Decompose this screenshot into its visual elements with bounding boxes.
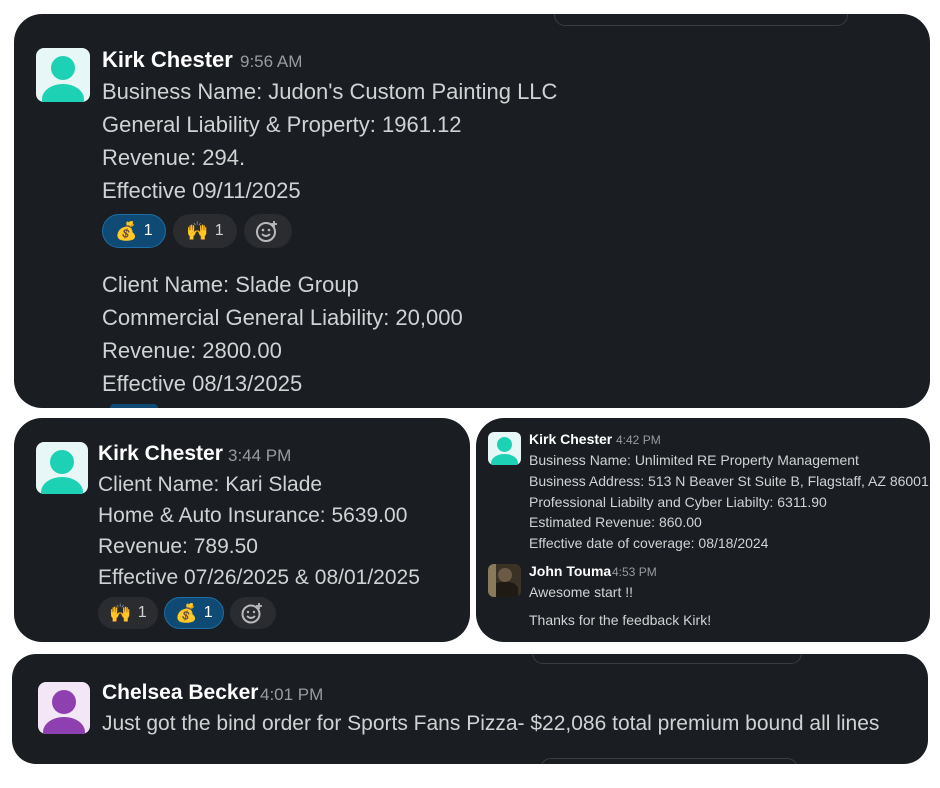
message-line: Effective 08/13/2025 [102,371,303,396]
thread-pill[interactable] [532,654,802,664]
add-reaction-button[interactable] [244,214,292,248]
add-reaction-button[interactable] [230,597,276,629]
reply-author-name[interactable]: John Touma [529,563,611,579]
message-line: Professional Liabilty and Cyber Liabilty… [529,494,827,510]
avatar[interactable] [36,48,90,102]
avatar[interactable] [36,442,88,494]
message-line: Business Name: Judon's Custom Painting L… [102,79,558,104]
timestamp[interactable]: 9:56 AM [240,52,302,72]
add-emoji-icon [241,603,262,624]
message-line: Revenue: 2800.00 [102,338,282,363]
reaction-raised-hands[interactable]: 🙌 1 [98,597,158,629]
message-line: Revenue: 294. [102,145,246,170]
avatar-photo[interactable] [488,564,521,597]
reply-line: Awesome start !! [529,584,634,600]
author-name[interactable]: Kirk Chester [98,442,223,466]
reply-line: Thanks for the feedback Kirk! [529,612,712,628]
message-line: Client Name: Slade Group [102,272,359,297]
reply-timestamp[interactable]: 4:53 PM [612,565,657,579]
add-emoji-icon [256,221,277,242]
reaction-count: 1 [137,604,147,621]
message-line: Commercial General Liability: 20,000 [102,305,463,330]
message-text: Just got the bind order for Sports Fans … [102,712,880,735]
message-line: Effective 07/26/2025 & 08/01/2025 [98,566,420,589]
avatar[interactable] [38,682,90,734]
message-line: Business Address: 513 N Beaver St Suite … [529,473,929,489]
avatar[interactable] [488,432,521,465]
raised-hands-icon: 🙌 [186,220,209,241]
raised-hands-icon: 🙌 [109,602,132,623]
message-card-2: Kirk Chester 3:44 PM Client Name: Kari S… [14,418,470,642]
reaction-count: 1 [214,222,224,239]
message-card-4: Chelsea Becker 4:01 PM Just got the bind… [12,654,928,764]
message-line: Effective date of coverage: 08/18/2024 [529,535,769,551]
author-name[interactable]: Kirk Chester [102,47,233,73]
message-card-3: Kirk Chester 4:42 PM Business Name: Unli… [476,418,930,642]
reaction-moneybag[interactable]: 💰 1 [102,214,166,248]
moneybag-icon: 💰 [175,602,198,623]
message-card-1: Kirk Chester 9:56 AM Business Name: Judo… [14,14,930,408]
message-line: General Liability & Property: 1961.12 [102,112,462,137]
message-line: Effective 09/11/2025 [102,178,301,203]
reaction-moneybag[interactable]: 💰 1 [164,597,224,629]
reaction-partial [110,404,158,408]
thread-pill[interactable] [554,14,848,26]
timestamp[interactable]: 4:01 PM [260,685,323,705]
thread-pill[interactable] [540,758,798,764]
timestamp[interactable]: 4:42 PM [616,433,661,447]
timestamp[interactable]: 3:44 PM [228,446,291,466]
message-line: Client Name: Kari Slade [98,473,323,496]
reaction-raised-hands[interactable]: 🙌 1 [173,214,237,248]
moneybag-icon: 💰 [115,220,138,241]
message-line: Business Name: Unlimited RE Property Man… [529,452,859,468]
reaction-count: 1 [143,222,153,239]
author-name[interactable]: Kirk Chester [529,431,612,447]
author-name[interactable]: Chelsea Becker [102,681,258,705]
message-line: Home & Auto Insurance: 5639.00 [98,504,408,527]
message-line: Revenue: 789.50 [98,535,258,558]
message-line: Estimated Revenue: 860.00 [529,514,702,530]
reaction-count: 1 [203,604,213,621]
